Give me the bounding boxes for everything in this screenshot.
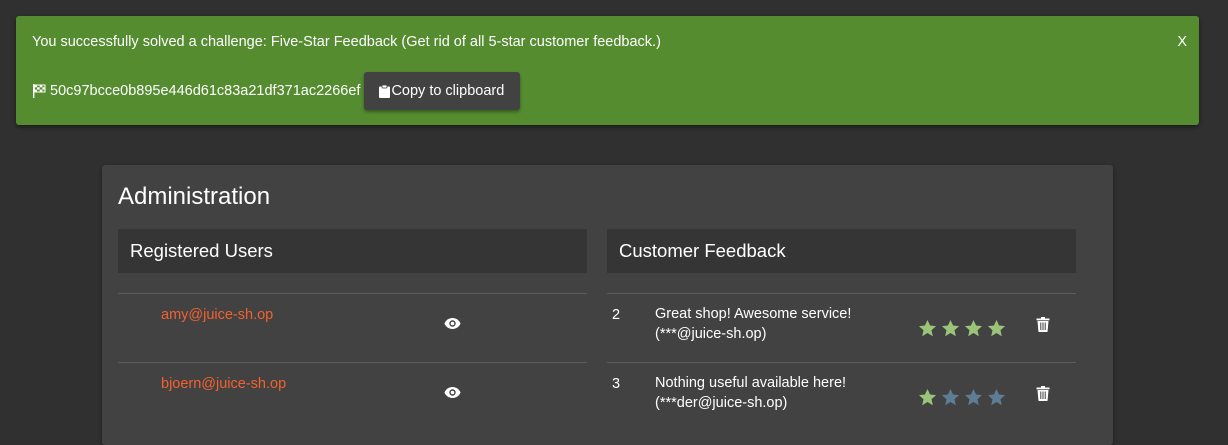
star-empty-icon [987, 388, 1006, 406]
copy-to-clipboard-button[interactable]: Copy to clipboard [364, 72, 521, 110]
user-row: bjoern@juice-sh.op [118, 362, 587, 431]
delete-icon[interactable] [1036, 317, 1050, 332]
rating-stars [918, 388, 1006, 407]
customer-feedback-title: Customer Feedback [619, 240, 786, 261]
feedback-author: (***@juice-sh.op) [655, 326, 767, 342]
administration-card: Administration Registered Users Customer… [102, 165, 1113, 445]
copy-button-label: Copy to clipboard [391, 83, 505, 99]
eye-icon[interactable] [444, 317, 461, 330]
user-email-link[interactable]: bjoern@juice-sh.op [161, 376, 286, 392]
feedback-author: (***der@juice-sh.op) [655, 395, 788, 411]
star-filled-icon [964, 319, 983, 337]
feedback-comment-text: Great shop! Awesome service! [655, 306, 852, 322]
banner-message: You successfully solved a challenge: Fiv… [32, 34, 661, 50]
page-title: Administration [118, 183, 271, 210]
star-filled-icon [941, 319, 960, 337]
feedback-comment: Nothing useful available here! (***der@j… [655, 373, 905, 413]
flag-row: 50c97bcce0b895e446d61c83a21df371ac2266ef… [32, 72, 521, 110]
feedback-comment: Great shop! Awesome service! (***@juice-… [655, 304, 905, 344]
registered-users-title: Registered Users [130, 240, 273, 261]
delete-icon[interactable] [1036, 386, 1050, 401]
eye-icon[interactable] [444, 386, 461, 399]
rating-stars [918, 319, 1006, 338]
star-filled-icon [987, 319, 1006, 337]
flag-code: 50c97bcce0b895e446d61c83a21df371ac2266ef [50, 83, 361, 99]
challenge-solved-banner: You successfully solved a challenge: Fiv… [16, 16, 1199, 125]
star-filled-icon [918, 388, 937, 406]
banner-close-button[interactable]: X [1177, 34, 1187, 50]
user-email-link[interactable]: amy@juice-sh.op [161, 307, 273, 323]
feedback-id: 2 [612, 307, 621, 323]
star-empty-icon [964, 388, 983, 406]
star-filled-icon [918, 319, 937, 337]
feedback-comment-text: Nothing useful available here! [655, 375, 847, 391]
clipboard-icon [379, 84, 391, 98]
checkered-flag-icon [33, 84, 46, 98]
feedback-row: 2 Great shop! Awesome service! (***@juic… [607, 293, 1076, 362]
feedback-id: 3 [612, 376, 621, 392]
star-empty-icon [941, 388, 960, 406]
customer-feedback-header: Customer Feedback [607, 229, 1076, 273]
feedback-row: 3 Nothing useful available here! (***der… [607, 362, 1076, 431]
user-row: amy@juice-sh.op [118, 293, 587, 362]
registered-users-header: Registered Users [118, 229, 587, 273]
